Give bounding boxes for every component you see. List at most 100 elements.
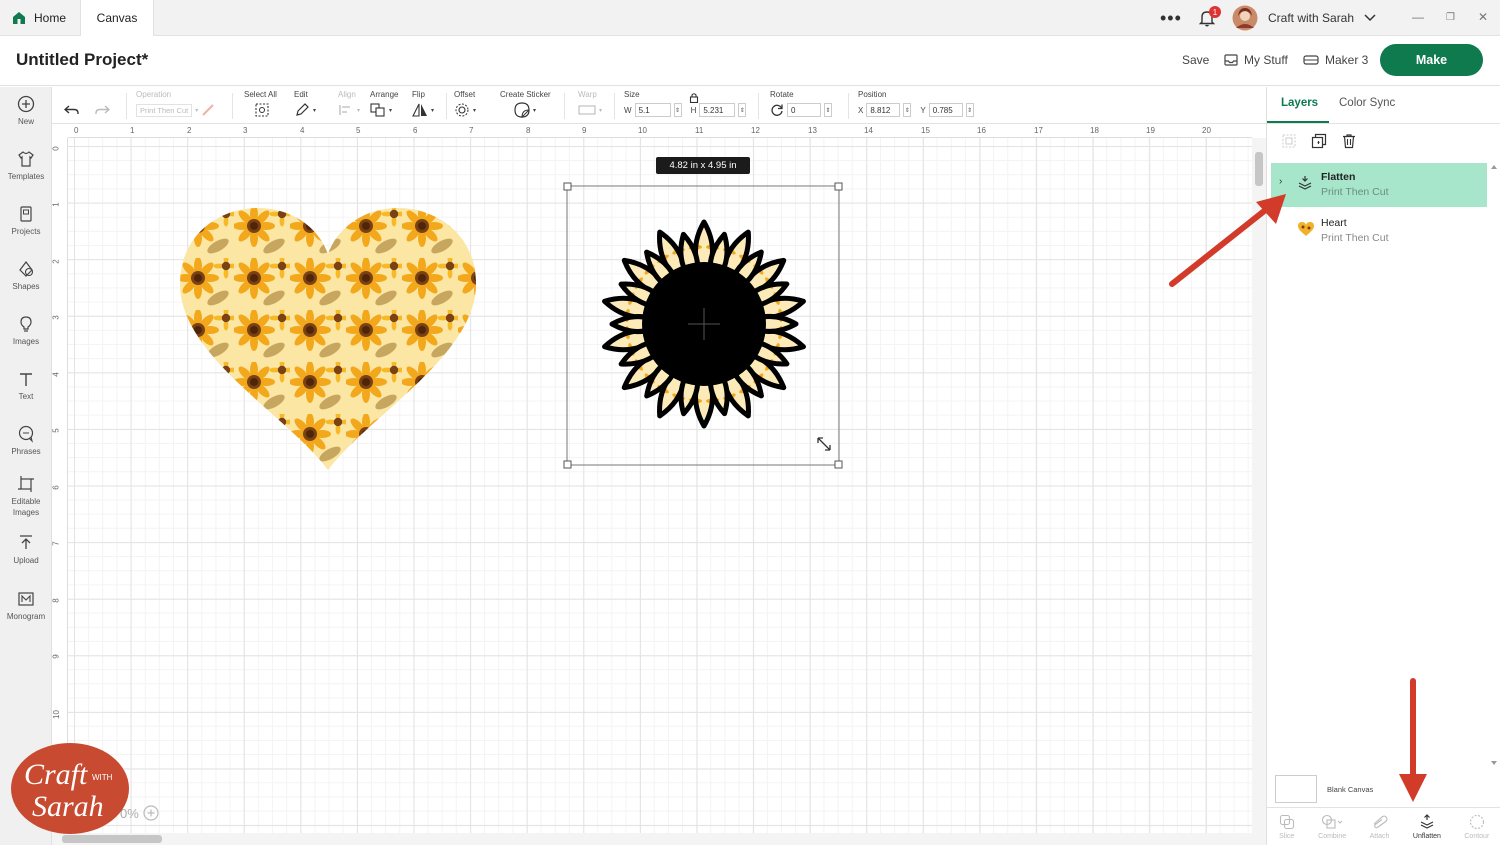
warp-group[interactable]: Warp ▾ bbox=[578, 90, 602, 119]
undo-icon[interactable] bbox=[64, 104, 80, 116]
lock-icon[interactable] bbox=[689, 92, 699, 103]
height-label: H bbox=[690, 105, 697, 115]
duplicate-icon[interactable] bbox=[1311, 133, 1327, 149]
home-icon bbox=[13, 12, 25, 24]
flip-icon[interactable] bbox=[412, 103, 428, 117]
canvas-swatch[interactable] bbox=[1275, 775, 1317, 803]
ruler-tick: 9 bbox=[582, 126, 587, 135]
tab-color-sync[interactable]: Color Sync bbox=[1339, 97, 1395, 109]
sidebar-item-editable-images[interactable]: Editable Images bbox=[0, 475, 52, 518]
sidebar-item-phrases[interactable]: Phrases bbox=[0, 425, 52, 457]
my-stuff-button[interactable]: My Stuff bbox=[1224, 53, 1288, 67]
chevron-down-icon bbox=[1364, 14, 1376, 22]
offset-icon[interactable] bbox=[454, 102, 470, 118]
selection-box[interactable] bbox=[562, 182, 846, 470]
user-menu[interactable]: Craft with Sarah bbox=[1232, 0, 1376, 36]
ruler-tick: 10 bbox=[638, 126, 647, 135]
select-all-group[interactable]: Select All bbox=[244, 90, 277, 119]
scrollbar-thumb[interactable] bbox=[62, 835, 162, 843]
heart-thumbnail-icon bbox=[1298, 222, 1314, 236]
operation-group[interactable]: Operation Print Then Cut ▾ bbox=[136, 90, 215, 119]
arrange-icon[interactable] bbox=[370, 103, 386, 117]
heart-design[interactable] bbox=[178, 206, 478, 472]
sidebar-item-new[interactable]: New bbox=[0, 95, 52, 127]
panel-scrollbar[interactable] bbox=[1489, 163, 1499, 767]
zoom-in-icon[interactable] bbox=[143, 805, 159, 821]
flip-label: Flip bbox=[412, 90, 425, 99]
sidebar-item-projects[interactable]: Projects bbox=[0, 205, 52, 237]
width-input[interactable]: 5.1 bbox=[634, 103, 671, 117]
layer-operation: Print Then Cut bbox=[1321, 232, 1389, 244]
machine-icon bbox=[1303, 55, 1319, 65]
offset-group[interactable]: Offset ▾ bbox=[454, 90, 476, 119]
vertical-scrollbar[interactable] bbox=[1252, 138, 1266, 845]
make-button[interactable]: Make bbox=[1380, 44, 1483, 76]
ruler-tick: 8 bbox=[526, 126, 531, 135]
blank-canvas-row[interactable]: Blank Canvas bbox=[1275, 775, 1373, 803]
notifications-button[interactable]: 1 bbox=[1198, 0, 1221, 36]
pencil-icon[interactable] bbox=[294, 102, 310, 118]
unflatten-button[interactable]: Unflatten bbox=[1413, 813, 1441, 840]
align-group[interactable]: Align ▾ bbox=[338, 90, 360, 119]
sidebar-item-label: Monogram bbox=[6, 612, 46, 621]
combine-button[interactable]: Combine bbox=[1318, 814, 1346, 840]
flip-group[interactable]: Flip ▾ bbox=[412, 90, 434, 119]
project-header: Untitled Project* Save My Stuff Maker 3 … bbox=[0, 36, 1500, 86]
close-button[interactable]: ✕ bbox=[1478, 10, 1488, 24]
scrollbar-thumb[interactable] bbox=[1255, 152, 1263, 186]
tab-layers[interactable]: Layers bbox=[1281, 97, 1318, 109]
sidebar-item-label: Templates bbox=[7, 172, 45, 181]
expand-chevron-icon[interactable]: › bbox=[1279, 176, 1282, 187]
design-canvas[interactable]: 0 1 2 3 4 5 6 7 8 9 10 11 12 13 14 15 16… bbox=[52, 124, 1266, 845]
machine-button[interactable]: Maker 3 bbox=[1303, 53, 1368, 67]
y-spinner[interactable]: ⇕ bbox=[965, 103, 974, 117]
sticker-icon[interactable] bbox=[514, 102, 530, 118]
tab-home[interactable]: Home bbox=[8, 0, 76, 36]
operation-select[interactable]: Print Then Cut bbox=[136, 103, 193, 117]
ruler-tick: 1 bbox=[130, 126, 135, 135]
rotate-input[interactable]: 0 bbox=[787, 103, 821, 117]
sidebar-item-upload[interactable]: Upload bbox=[0, 534, 52, 566]
group-icon[interactable] bbox=[1281, 133, 1297, 149]
redo-icon[interactable] bbox=[94, 104, 110, 116]
sidebar-item-label: New bbox=[17, 117, 34, 126]
horizontal-scrollbar[interactable] bbox=[52, 833, 1252, 845]
rotate-spinner[interactable]: ⇕ bbox=[824, 103, 832, 117]
attach-button[interactable]: Attach bbox=[1370, 814, 1389, 840]
layer-row-flatten[interactable]: › Flatten Print Then Cut bbox=[1271, 163, 1487, 207]
create-sticker-group[interactable]: Create Sticker ▾ bbox=[500, 90, 551, 119]
sidebar-item-images[interactable]: Images bbox=[0, 315, 52, 347]
tab-canvas[interactable]: Canvas bbox=[80, 0, 154, 36]
logo-text: WITH bbox=[92, 773, 113, 782]
more-options-button[interactable]: ••• bbox=[1160, 0, 1182, 36]
offset-label: Offset bbox=[454, 90, 476, 99]
layer-operation: Print Then Cut bbox=[1321, 186, 1389, 198]
height-spinner[interactable]: ⇕ bbox=[738, 103, 747, 117]
edit-group[interactable]: Edit ▾ bbox=[294, 90, 316, 119]
contour-button[interactable]: Contour bbox=[1464, 814, 1489, 840]
ruler-tick: 14 bbox=[864, 126, 873, 135]
width-spinner[interactable]: ⇕ bbox=[673, 103, 682, 117]
minimize-button[interactable]: — bbox=[1412, 10, 1424, 24]
height-input[interactable]: 5.231 bbox=[699, 103, 736, 117]
ruler-tick: 9 bbox=[52, 654, 61, 659]
x-input[interactable]: 8.812 bbox=[866, 103, 901, 117]
sidebar-item-templates[interactable]: Templates bbox=[0, 150, 52, 182]
layer-row-heart[interactable]: Heart Print Then Cut bbox=[1271, 209, 1487, 253]
sidebar-item-shapes[interactable]: Shapes bbox=[0, 260, 52, 292]
slice-button[interactable]: Slice bbox=[1279, 814, 1295, 840]
y-input[interactable]: 0.785 bbox=[928, 103, 963, 117]
ruler-tick: 4 bbox=[52, 372, 61, 377]
ruler-tick: 0 bbox=[74, 126, 79, 135]
select-all-icon[interactable] bbox=[254, 102, 270, 118]
edit-toolbar: Operation Print Then Cut ▾ Select All Ed… bbox=[52, 87, 1266, 124]
sidebar-item-monogram[interactable]: Monogram bbox=[0, 590, 52, 622]
restore-button[interactable]: ❐ bbox=[1446, 12, 1455, 23]
save-button[interactable]: Save bbox=[1182, 53, 1209, 67]
x-spinner[interactable]: ⇕ bbox=[903, 103, 912, 117]
size-group: Size W 5.1 ⇕ H 5.231 ⇕ bbox=[624, 90, 747, 119]
sidebar-item-text[interactable]: Text bbox=[0, 370, 52, 402]
trash-icon[interactable] bbox=[1341, 133, 1357, 149]
ruler-tick: 11 bbox=[695, 126, 704, 135]
arrange-group[interactable]: Arrange ▾ bbox=[370, 90, 398, 119]
